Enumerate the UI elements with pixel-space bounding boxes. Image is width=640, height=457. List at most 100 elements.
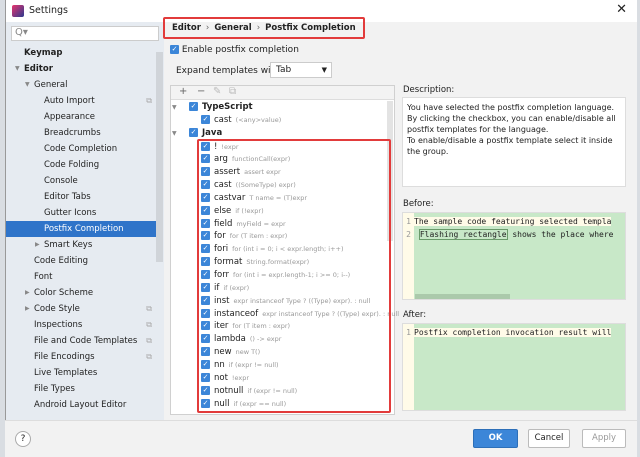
search-icon: Q▾ (15, 27, 28, 38)
sidebar-item-label: Font (34, 272, 53, 282)
sidebar-item[interactable]: File Types (6, 381, 156, 397)
project-scope-icon: ⧉ (146, 304, 152, 313)
breadcrumb-item[interactable]: General (214, 23, 251, 33)
sidebar-item-label: Inspections (34, 320, 83, 330)
select-value: Tab (276, 65, 292, 75)
help-button[interactable]: ? (15, 431, 31, 447)
sidebar-item[interactable]: Font (6, 269, 156, 285)
code-line: 2 Flashing rectangle shows the place whe… (403, 228, 614, 241)
close-button[interactable]: ✕ (616, 2, 627, 17)
sidebar-item-label: Live Templates (34, 368, 98, 378)
sidebar-item-label: General (34, 80, 68, 90)
sidebar-item[interactable]: Appearance (6, 109, 156, 125)
sidebar-item[interactable]: Inspections ⧉ (6, 317, 156, 333)
sidebar-item[interactable]: Gutter Icons (6, 205, 156, 221)
template-key: cast (214, 115, 232, 125)
ok-button[interactable]: OK (473, 429, 518, 448)
checkbox-icon[interactable]: ✓ (201, 115, 210, 124)
before-code: 1 The sample code featuring selected temp… (402, 212, 626, 300)
enable-postfix-checkbox[interactable]: ✓ Enable postfix completion (170, 45, 299, 55)
template-key: Java (202, 128, 223, 138)
edit-button[interactable]: ✎ (213, 86, 221, 97)
cancel-button[interactable]: Cancel (528, 429, 570, 448)
collapse-arrow-icon[interactable]: ▶ (35, 237, 40, 253)
sidebar-item[interactable]: Postfix Completion (6, 221, 156, 237)
add-button[interactable]: + (179, 86, 187, 97)
expand-label: Expand templates with (176, 66, 280, 76)
sidebar-item[interactable]: Breadcrumbs (6, 125, 156, 141)
expand-arrow-icon[interactable]: ▼ (172, 101, 177, 114)
flashing-rectangle: Flashing rectangle (418, 229, 508, 240)
sidebar-item[interactable]: Code Completion (6, 141, 156, 157)
project-scope-icon: ⧉ (146, 336, 152, 345)
sidebar-item-label: Code Completion (44, 144, 118, 154)
sidebar-item[interactable]: File and Code Templates ⧉ (6, 333, 156, 349)
collapse-arrow-icon[interactable]: ▶ (25, 285, 30, 301)
before-label: Before: (403, 199, 434, 209)
sidebar-item-label: Code Style (34, 304, 80, 314)
sidebar-item[interactable]: Code Editing (6, 253, 156, 269)
sidebar-item[interactable]: ▼ General (6, 77, 156, 93)
sidebar-item-label: Editor Tabs (44, 192, 91, 202)
sidebar-item[interactable]: Console (6, 173, 156, 189)
sidebar-item[interactable]: File Encodings ⧉ (6, 349, 156, 365)
sidebar-item[interactable]: ▶ Code Style ⧉ (6, 301, 156, 317)
search-input[interactable]: Q▾ (11, 26, 159, 41)
sidebar-item-label: File Types (34, 384, 75, 394)
sidebar-item[interactable]: Editor Tabs (6, 189, 156, 205)
expand-arrow-icon[interactable]: ▼ (15, 61, 20, 77)
sidebar-item[interactable]: Live Templates (6, 365, 156, 381)
sidebar-item-label: Android Layout Editor (34, 400, 127, 410)
after-label: After: (403, 310, 427, 320)
sidebar-item-label: Keymap (24, 48, 63, 58)
sidebar-item[interactable]: Auto Import ⧉ (6, 93, 156, 109)
sidebar-item-label: File and Code Templates (34, 336, 138, 346)
sidebar-item-label: Color Scheme (34, 288, 94, 298)
sidebar-item[interactable]: ▶ Smart Keys (6, 237, 156, 253)
sidebar-item-label: Code Folding (44, 160, 100, 170)
sidebar-item[interactable]: Keymap (6, 45, 156, 61)
description-text: You have selected the postfix completion… (402, 97, 626, 187)
sidebar-item-label: Appearance (44, 112, 96, 122)
tree-toolbar: + − ✎ ⧉ (171, 86, 394, 100)
code-text: Postfix completion invocation result wil… (414, 328, 612, 337)
expand-arrow-icon[interactable]: ▼ (25, 77, 30, 93)
sidebar-item[interactable]: ▶ Color Scheme (6, 285, 156, 301)
checkbox-icon[interactable]: ✓ (170, 45, 179, 54)
collapse-arrow-icon[interactable]: ▶ (25, 301, 30, 317)
project-scope-icon: ⧉ (146, 320, 152, 329)
sidebar-item-label: Breadcrumbs (44, 128, 101, 138)
description-body: You have selected the postfix completion… (407, 103, 616, 156)
settings-sidebar: Q▾ Keymap ▼ Editor ▼ General Auto Import ⧉ Appe… (6, 22, 164, 420)
dialog-footer: ? OK Cancel Apply (5, 420, 637, 457)
expand-arrow-icon[interactable]: ▼ (172, 127, 177, 140)
breadcrumb: Editor › General › Postfix Completion (163, 17, 365, 39)
code-line: 1 Postfix completion invocation result wi… (403, 326, 612, 339)
remove-button[interactable]: − (197, 86, 205, 97)
checkbox-icon[interactable]: ✓ (189, 102, 198, 111)
expand-templates-select[interactable]: Tab ▼ (270, 62, 332, 78)
description-label: Description: (403, 85, 455, 95)
code-text: The sample code featuring selected templ… (414, 217, 612, 226)
sidebar-scrollbar[interactable] (156, 52, 163, 262)
after-code: 1 Postfix completion invocation result wi… (402, 323, 626, 411)
chevron-down-icon: ▼ (321, 66, 327, 74)
sidebar-item[interactable]: ▼ Editor (6, 61, 156, 77)
sidebar-item-label: Editor (24, 64, 53, 74)
template-row[interactable]: ✓ cast (<any>value) (201, 114, 281, 127)
template-hint: (<any>value) (235, 116, 282, 124)
sidebar-item-label: Smart Keys (44, 240, 93, 250)
app-logo-icon (12, 5, 24, 17)
project-scope-icon: ⧉ (146, 96, 152, 105)
copy-button[interactable]: ⧉ (229, 86, 236, 97)
checkbox-icon[interactable]: ✓ (189, 128, 198, 137)
template-row[interactable]: ▼ ✓ TypeScript (172, 101, 253, 114)
code-scrollbar[interactable] (415, 294, 510, 299)
breadcrumb-item[interactable]: Editor (172, 23, 201, 33)
highlight-box (197, 139, 391, 413)
sidebar-item[interactable]: Code Folding (6, 157, 156, 173)
enable-label: Enable postfix completion (181, 45, 299, 55)
apply-button[interactable]: Apply (582, 429, 626, 448)
sidebar-item[interactable]: Android Layout Editor (6, 397, 156, 413)
line-number: 1 (406, 328, 411, 337)
